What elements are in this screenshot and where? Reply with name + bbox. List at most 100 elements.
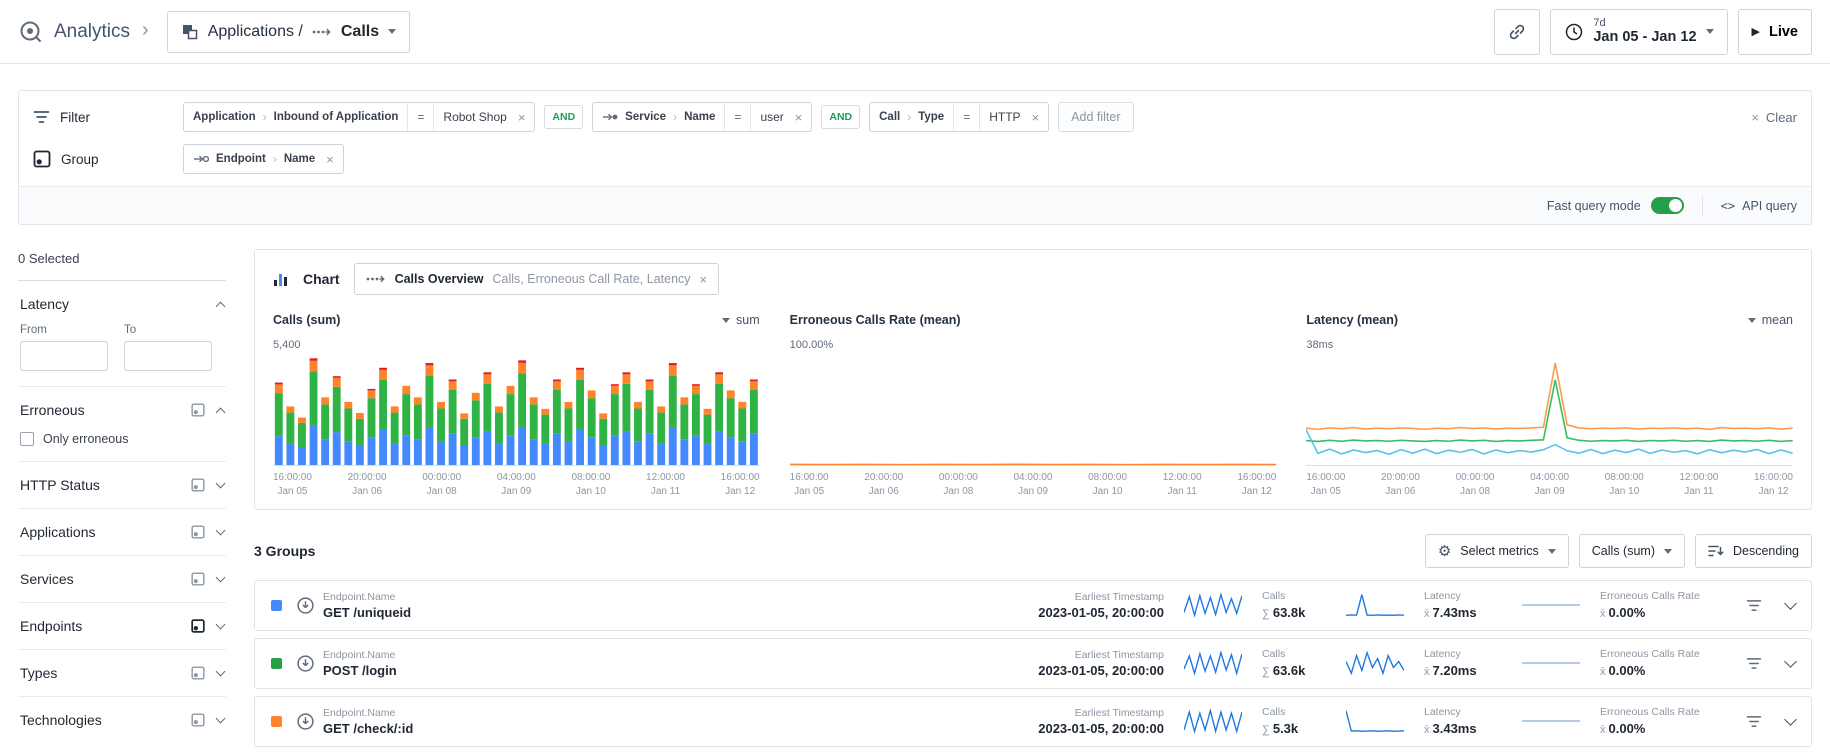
chip-path: Call › Type (870, 103, 953, 131)
earliest-timestamp-block: Earliest Timestamp 2023-01-05, 20:00:00 (1014, 648, 1164, 680)
filter-chip-service[interactable]: Service › Name = user × (592, 102, 813, 132)
sidebar-section-endpoints-header[interactable]: Endpoints (20, 618, 226, 634)
select-metrics-label: Select metrics (1460, 544, 1539, 558)
sort-direction-label: Descending (1732, 544, 1799, 558)
chart-card: Chart Calls Overview Calls, Erroneous Ca… (254, 249, 1812, 510)
section-label: Erroneous (20, 402, 85, 418)
group-by-icon[interactable] (191, 713, 205, 727)
erroneous-sparkline (1522, 708, 1580, 734)
panel-latency: Latency (mean) mean 38ms 16:00:00 Jan 05 2… (1306, 311, 1794, 499)
chip-remove-icon[interactable]: × (516, 110, 535, 125)
time-range-button[interactable]: 7d Jan 05 - Jan 12 (1550, 8, 1728, 55)
fast-query-toggle[interactable] (1650, 197, 1684, 214)
aggregation-dropdown[interactable]: mean (1747, 313, 1793, 327)
chart-card-title: Chart (303, 271, 340, 287)
chip-field: Name (283, 153, 316, 165)
sidebar-section-applications-header[interactable]: Applications (20, 524, 226, 540)
breadcrumb: Analytics › Applications / Calls (18, 10, 411, 53)
group-by-icon-active[interactable] (191, 619, 205, 633)
section-label: Technologies (20, 712, 102, 728)
row-filter-icon[interactable] (1742, 711, 1766, 732)
sort-direction-button[interactable]: Descending (1694, 534, 1812, 568)
chevron-down-icon (1705, 29, 1714, 34)
x-tick-label: 20:00:00 Jan 06 (864, 472, 904, 497)
chip-path-sep: › (907, 110, 912, 124)
earliest-timestamp-block: Earliest Timestamp 2023-01-05, 20:00:00 (1014, 706, 1164, 738)
scope-selector[interactable]: Applications / Calls (166, 10, 411, 53)
group-by-icon[interactable] (191, 403, 205, 417)
add-filter-input[interactable]: Add filter (1058, 102, 1134, 132)
group-by-icon[interactable] (191, 525, 205, 539)
filter-row: Filter Application › Inbound of Applicat… (19, 91, 1811, 138)
live-label: Live (1768, 23, 1798, 40)
latency-to-input[interactable] (124, 341, 212, 371)
only-erroneous-checkbox[interactable]: Only erroneous (20, 432, 224, 446)
erroneous-line-chart[interactable] (789, 354, 1277, 466)
time-range-text: 7d Jan 05 - Jan 12 (1593, 17, 1696, 46)
group-row-get-check-id[interactable]: Endpoint.Name GET /check/:id Earliest Ti… (254, 696, 1812, 747)
aggregation-dropdown[interactable]: sum (722, 313, 760, 327)
select-metrics-button[interactable]: ⚙ Select metrics (1424, 534, 1569, 568)
chip-value[interactable]: HTTP (980, 103, 1029, 131)
to-label: To (124, 324, 137, 336)
group-name[interactable]: GET /uniqueid (323, 604, 411, 622)
filter-chip-call-type[interactable]: Call › Type = HTTP × (869, 102, 1050, 132)
chip-remove-icon[interactable]: × (1030, 110, 1049, 125)
chip-value[interactable]: Robot Shop (434, 103, 515, 131)
group-chip-endpoint-name[interactable]: Endpoint › Name × (183, 144, 344, 174)
chip-operator[interactable]: = (724, 103, 752, 131)
chip-remove-icon[interactable]: × (700, 272, 708, 287)
chart-config-chip[interactable]: Calls Overview Calls, Erroneous Call Rat… (353, 263, 720, 295)
row-expand-chevron-icon[interactable] (1784, 597, 1797, 610)
latency-from-input[interactable] (20, 341, 108, 371)
sidebar-section-technologies-header[interactable]: Technologies (20, 712, 226, 728)
group-name[interactable]: GET /check/:id (323, 720, 413, 738)
clear-filters-button[interactable]: × Clear (1731, 110, 1797, 125)
group-name[interactable]: POST /login (323, 662, 397, 680)
calls-metric-block: Calls ∑ 63.8k (1262, 589, 1326, 621)
sort-metric-dropdown[interactable]: Calls (sum) (1578, 534, 1685, 568)
mean-symbol: x̄ (1424, 723, 1430, 736)
group-row-get-uniqueid[interactable]: Endpoint.Name GET /uniqueid Earliest Tim… (254, 580, 1812, 631)
api-query-button[interactable]: <> API query (1721, 199, 1797, 213)
sidebar-section-erroneous-header[interactable]: Erroneous (20, 402, 226, 418)
group-by-icon[interactable] (191, 572, 205, 586)
chip-operator[interactable]: = (407, 103, 435, 131)
row-expand-chevron-icon[interactable] (1784, 655, 1797, 668)
filter-and-operator[interactable]: AND (544, 105, 584, 129)
brand-title[interactable]: Analytics (54, 21, 130, 43)
panel-title: Latency (mean) (1306, 313, 1399, 327)
sidebar-section-http-status-header[interactable]: HTTP Status (20, 477, 226, 493)
latency-line-chart[interactable] (1306, 354, 1794, 466)
group-entity-label: Endpoint.Name (323, 590, 396, 603)
chip-remove-icon[interactable]: × (793, 110, 812, 125)
chevron-down-icon (388, 29, 397, 34)
checkbox-icon[interactable] (20, 432, 34, 446)
chart-chip-title: Calls Overview (394, 272, 484, 286)
group-by-icon[interactable] (191, 666, 205, 680)
sidebar-section-types-header[interactable]: Types (20, 665, 226, 681)
chip-remove-icon[interactable]: × (324, 152, 343, 167)
row-filter-icon[interactable] (1742, 653, 1766, 674)
filter-chip-application[interactable]: Application › Inbound of Application = R… (183, 102, 536, 132)
x-tick-label: 16:00:00 Jan 05 (273, 472, 312, 497)
series-color-swatch (271, 658, 282, 669)
filter-chips: Application › Inbound of Application = R… (183, 102, 1731, 132)
x-axis-ticks: 16:00:00 Jan 05 20:00:00 Jan 06 00:00:00 Jan … (273, 471, 760, 499)
group-row-post-login[interactable]: Endpoint.Name POST /login Earliest Times… (254, 638, 1812, 689)
chip-operator[interactable]: = (953, 103, 981, 131)
calls-bar-chart[interactable] (273, 354, 760, 466)
sidebar-section-latency-header[interactable]: Latency (20, 296, 226, 312)
y-axis-max-label: 100.00% (789, 339, 834, 351)
filter-and-operator[interactable]: AND (821, 105, 861, 129)
sidebar-section-services-header[interactable]: Services (20, 571, 226, 587)
live-button[interactable]: ▶ Live (1737, 8, 1812, 55)
share-link-button[interactable] (1494, 8, 1541, 55)
chevron-down-icon (215, 572, 226, 582)
row-filter-icon[interactable] (1742, 595, 1766, 616)
group-by-icon[interactable] (191, 478, 205, 492)
chip-value[interactable]: user (751, 103, 792, 131)
row-expand-chevron-icon[interactable] (1784, 713, 1797, 726)
mean-symbol: x̄ (1424, 607, 1430, 620)
erroneous-label: Erroneous Calls Rate (1600, 590, 1700, 603)
